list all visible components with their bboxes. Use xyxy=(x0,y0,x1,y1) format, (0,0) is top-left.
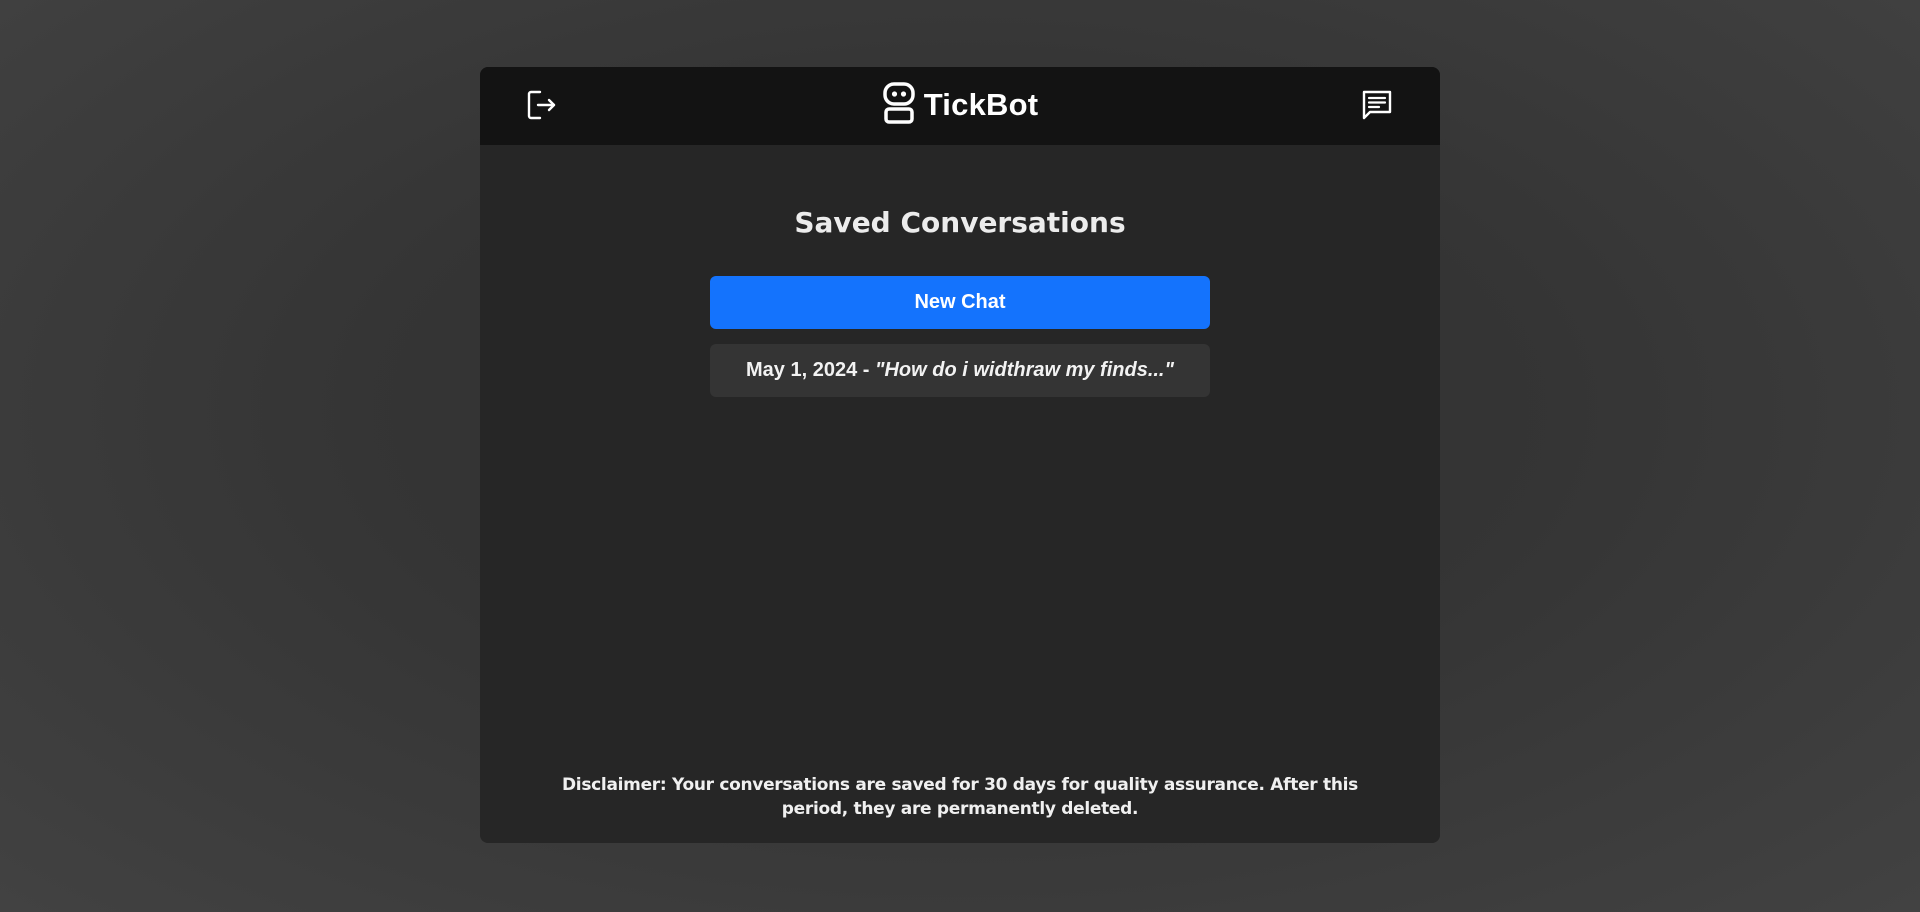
page-title: Saved Conversations xyxy=(794,206,1126,239)
disclaimer-text: Disclaimer: Your conversations are saved… xyxy=(562,775,1358,819)
conversation-preview: "How do i widthraw my finds..." xyxy=(875,359,1174,381)
conversation-separator: - xyxy=(857,359,875,381)
saved-conversations-panel: TickBot Saved Conversations New Chat May… xyxy=(480,67,1440,843)
chat-icon xyxy=(1360,88,1394,127)
conversation-date: May 1, 2024 xyxy=(746,359,858,381)
brand: TickBot xyxy=(480,81,1440,129)
chat-button[interactable] xyxy=(1357,87,1397,127)
robot-icon xyxy=(882,81,916,129)
app-header: TickBot xyxy=(480,67,1440,145)
conversation-item[interactable]: May 1, 2024 - "How do i widthraw my find… xyxy=(710,344,1210,397)
new-chat-button[interactable]: New Chat xyxy=(710,276,1210,329)
app-name: TickBot xyxy=(923,87,1039,122)
